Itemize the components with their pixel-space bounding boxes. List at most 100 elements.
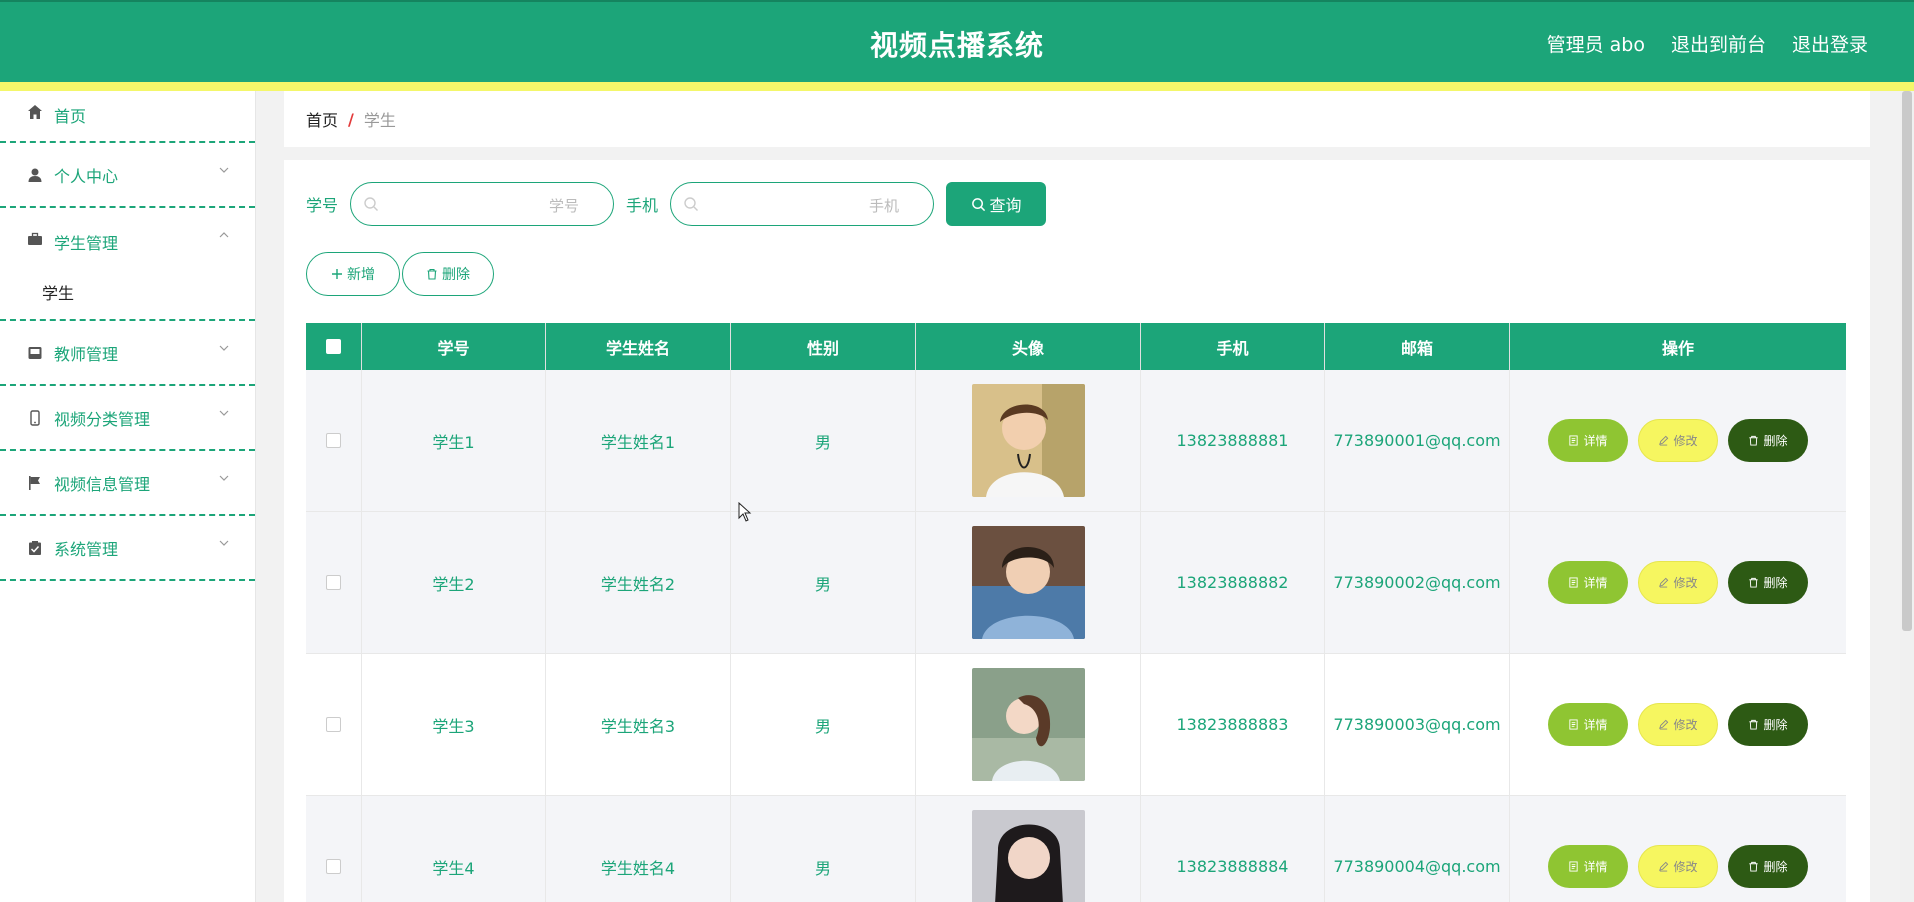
- column-header[interactable]: 手机: [1141, 323, 1325, 370]
- add-button-label: 新增: [347, 267, 375, 283]
- sidebar-item-home[interactable]: 首页: [0, 91, 255, 143]
- search-bar: 学号 学号 手机 手机 查询: [306, 182, 1047, 226]
- table-row[interactable]: 学生2 学生姓名2 男 13823888882 773890002@qq.com…: [306, 512, 1846, 654]
- scrollbar-thumb[interactable]: [1902, 91, 1912, 631]
- clipboard-icon: [26, 539, 44, 557]
- search-icon: [971, 197, 985, 211]
- avatar-cell: [916, 654, 1141, 795]
- chevron-down-icon: [219, 410, 229, 416]
- action-bar: 新增 删除: [306, 252, 494, 296]
- add-button[interactable]: 新增: [306, 252, 400, 296]
- delete-button[interactable]: 删除: [1728, 845, 1808, 888]
- home-icon: [26, 103, 44, 121]
- detail-button-label: 详情: [1583, 860, 1608, 874]
- detail-button-label: 详情: [1583, 434, 1608, 448]
- sidebar-item-label: 视频信息管理: [54, 474, 151, 494]
- gender-cell: 男: [731, 370, 916, 511]
- sidebar-item-label: 学生管理: [54, 234, 119, 253]
- row-checkbox[interactable]: [326, 575, 341, 590]
- edit-button[interactable]: 修改: [1638, 561, 1718, 604]
- table-row[interactable]: 学生1 学生姓名1 男 13823888881 773890001@qq.com…: [306, 370, 1846, 512]
- sidebar-item-video-category[interactable]: 视频分类管理: [0, 386, 255, 451]
- edit-button-label: 修改: [1673, 576, 1698, 590]
- sidebar-item-label: 视频分类管理: [54, 409, 151, 429]
- row-select-cell: [306, 370, 362, 511]
- delete-button[interactable]: 删除: [1728, 703, 1808, 746]
- sidebar-item-student-mgmt[interactable]: 学生管理: [0, 208, 255, 265]
- phone-placeholder: 手机: [869, 197, 900, 215]
- delete-button-label: 删除: [1763, 718, 1788, 732]
- sidebar-item-system[interactable]: 系统管理: [0, 516, 255, 581]
- edit-button[interactable]: 修改: [1638, 845, 1718, 888]
- mouse-cursor-icon: [738, 502, 752, 522]
- table-row[interactable]: 学生4 学生姓名4 男 13823888884 773890004@qq.com…: [306, 796, 1846, 902]
- student-name-cell: 学生姓名4: [546, 796, 731, 902]
- student-id-cell: 学生2: [362, 512, 546, 653]
- detail-button[interactable]: 详情: [1548, 561, 1628, 604]
- sidebar-item-teacher-mgmt[interactable]: 教师管理: [0, 321, 255, 386]
- column-header[interactable]: 学生姓名: [546, 323, 731, 370]
- admin-user-link[interactable]: 管理员 abo: [1547, 30, 1645, 57]
- user-icon: [26, 166, 44, 184]
- select-all-checkbox[interactable]: [326, 339, 341, 354]
- edit-button[interactable]: 修改: [1638, 703, 1718, 746]
- document-icon: [1569, 719, 1579, 730]
- student-id-placeholder: 学号: [549, 197, 580, 215]
- chevron-down-icon: [219, 167, 229, 173]
- column-header: 操作: [1661, 338, 1694, 358]
- edit-button[interactable]: 修改: [1638, 419, 1718, 462]
- document-icon: [1569, 861, 1579, 872]
- select-all-cell: [306, 323, 362, 370]
- sidebar-item-label: 个人中心: [54, 166, 119, 186]
- logout-link[interactable]: 退出登录: [1792, 30, 1868, 57]
- gender-cell: 男: [731, 796, 916, 902]
- operations-cell: 详情 修改 删除: [1510, 512, 1846, 653]
- batch-delete-label: 删除: [442, 267, 470, 283]
- student-id-input[interactable]: 学号: [350, 182, 615, 226]
- row-select-cell: [306, 796, 362, 902]
- gender-cell: 男: [731, 512, 916, 653]
- delete-button[interactable]: 删除: [1728, 561, 1808, 604]
- delete-button-label: 删除: [1763, 434, 1788, 448]
- search-icon: [364, 197, 379, 211]
- avatar: [971, 668, 1085, 781]
- column-header[interactable]: 学号: [362, 323, 546, 370]
- operations-cell: 详情 修改 删除: [1510, 370, 1846, 511]
- phone-input[interactable]: 手机: [670, 182, 935, 226]
- row-checkbox[interactable]: [326, 433, 341, 448]
- avatar: [971, 526, 1085, 639]
- email-cell: 773890003@qq.com: [1325, 654, 1510, 795]
- row-checkbox[interactable]: [326, 717, 341, 732]
- detail-button[interactable]: 详情: [1548, 845, 1628, 888]
- column-header: 头像: [916, 323, 1141, 370]
- phone-cell: 13823888884: [1141, 796, 1325, 902]
- sidebar-item-video-info[interactable]: 视频信息管理: [0, 451, 255, 516]
- delete-button[interactable]: 删除: [1728, 419, 1808, 462]
- avatar-cell: [916, 370, 1141, 511]
- column-header[interactable]: 邮箱: [1325, 323, 1510, 370]
- detail-button-label: 详情: [1583, 576, 1608, 590]
- chevron-down-icon: [219, 540, 229, 546]
- batch-delete-button[interactable]: 删除: [402, 252, 494, 296]
- pencil-icon: [1659, 435, 1669, 446]
- table-row[interactable]: 学生3 学生姓名3 男 13823888883 773890003@qq.com…: [306, 654, 1846, 796]
- plus-icon: [332, 269, 342, 279]
- trash-icon: [1749, 861, 1759, 872]
- column-header[interactable]: 性别: [731, 323, 916, 370]
- delete-button-label: 删除: [1763, 860, 1788, 874]
- sidebar-item-label: 教师管理: [54, 344, 119, 364]
- detail-button[interactable]: 详情: [1548, 419, 1628, 462]
- header-stripe: [0, 82, 1914, 91]
- briefcase-icon: [26, 230, 44, 248]
- sidebar-subitem-student[interactable]: 学生: [0, 265, 255, 321]
- sidebar-item-personal[interactable]: 个人中心: [0, 143, 255, 208]
- avatar: [971, 384, 1085, 497]
- search-icon: [684, 197, 699, 211]
- exit-to-front-link[interactable]: 退出到前台: [1671, 30, 1766, 57]
- sidebar-item-label: 系统管理: [54, 539, 119, 559]
- pencil-icon: [1659, 719, 1669, 730]
- detail-button[interactable]: 详情: [1548, 703, 1628, 746]
- query-button[interactable]: 查询: [946, 182, 1047, 226]
- breadcrumb-home[interactable]: 首页: [306, 107, 338, 131]
- row-checkbox[interactable]: [326, 859, 341, 874]
